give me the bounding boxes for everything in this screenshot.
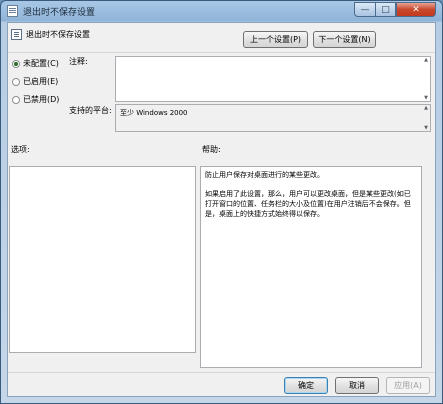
help-text: 防止用户保存对桌面进行的某些更改。 如果启用了此设置，那么，用户可以更改桌面，但… [201,167,421,231]
options-panel[interactable] [9,166,196,353]
prev-setting-button[interactable]: 上一个设置(P) [243,31,308,48]
radio-enabled[interactable]: 已启用(E) [12,76,58,87]
platform-field: 至少 Windows 2000 ▲ ▼ [115,104,431,132]
platform-value: 至少 Windows 2000 [120,109,188,117]
comment-scrollbar[interactable]: ▲ ▼ [422,57,430,101]
comment-label: 注释: [69,57,88,66]
radio-disabled-indicator[interactable] [12,95,20,104]
footer-divider [8,372,435,373]
radio-not-configured-label: 未配置(C) [23,59,59,68]
apply-button[interactable]: 应用(A) [386,377,430,394]
comment-textarea[interactable]: ▲ ▼ [115,56,431,102]
scroll-up-arrow-icon[interactable]: ▲ [424,105,428,111]
radio-not-configured-indicator[interactable] [12,59,20,68]
window-title: 退出时不保存设置 [23,8,96,18]
close-button[interactable]: ✕ [396,2,436,17]
scroll-down-arrow-icon[interactable]: ▼ [424,125,428,131]
ok-button[interactable]: 确定 [284,377,328,394]
radio-enabled-label: 已启用(E) [23,77,59,86]
platform-scrollbar[interactable]: ▲ ▼ [422,105,430,131]
title-bar[interactable]: 退出时不保存设置 — □ ✕ [1,1,442,22]
setting-icon [11,29,22,40]
help-paragraph: 防止用户保存对桌面进行的某些更改。 [205,171,324,179]
minimize-button[interactable]: — [354,2,375,17]
radio-enabled-indicator[interactable] [12,77,20,86]
help-paragraph: 如果启用了此设置，那么，用户可以更改桌面，但是某些更改(如已打开窗口的位置、任务… [205,190,411,218]
policy-icon [7,5,18,17]
scroll-down-arrow-icon[interactable]: ▼ [424,95,428,101]
header-divider [8,52,435,53]
maximize-button[interactable]: □ [375,2,396,17]
radio-disabled-label: 已禁用(D) [23,95,60,104]
setting-name: 退出时不保存设置 [26,30,90,39]
cancel-button[interactable]: 取消 [335,377,379,394]
help-label: 帮助: [202,145,221,154]
dialog-window: 退出时不保存设置 — □ ✕ 退出时不保存设置 上一个设置(P) 下一个设置(N… [0,0,443,404]
caption-buttons: — □ ✕ [354,2,436,17]
scroll-up-arrow-icon[interactable]: ▲ [424,57,428,63]
radio-not-configured[interactable]: 未配置(C) [12,58,59,69]
options-label: 选项: [11,145,30,154]
next-setting-button[interactable]: 下一个设置(N) [313,31,376,48]
platform-label: 支持的平台: [69,106,112,115]
radio-disabled[interactable]: 已禁用(D) [12,94,59,105]
dialog-client-area: 退出时不保存设置 上一个设置(P) 下一个设置(N) 未配置(C) 已启用(E)… [7,22,436,397]
help-panel[interactable]: 防止用户保存对桌面进行的某些更改。 如果启用了此设置，那么，用户可以更改桌面，但… [200,166,422,368]
